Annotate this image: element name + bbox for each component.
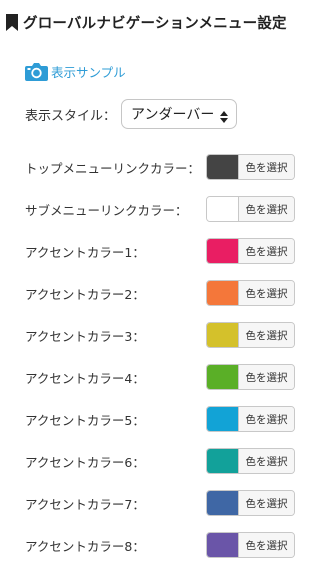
color-row-accent-1: アクセントカラー1： 色を選択 — [25, 238, 295, 264]
color-swatch — [207, 155, 239, 179]
color-label: アクセントカラー1： — [25, 244, 145, 260]
color-swatch — [207, 491, 239, 515]
color-picker-button[interactable]: 色を選択 — [206, 490, 295, 516]
display-style-row: 表示スタイル： アンダーバー — [25, 99, 238, 129]
color-label: アクセントカラー5： — [25, 412, 145, 428]
color-swatch — [207, 533, 239, 557]
color-swatch — [207, 281, 239, 305]
color-row-accent-5: アクセントカラー5： 色を選択 — [25, 406, 295, 432]
display-style-label: 表示スタイル： — [25, 108, 117, 124]
color-picker-button[interactable]: 色を選択 — [206, 238, 295, 264]
color-label: アクセントカラー2： — [25, 286, 145, 302]
pick-color-label: 色を選択 — [239, 323, 294, 347]
color-picker-button[interactable]: 色を選択 — [206, 532, 295, 558]
pick-color-label: 色を選択 — [239, 491, 294, 515]
color-picker-button[interactable]: 色を選択 — [206, 406, 295, 432]
color-row-accent-8: アクセントカラー8： 色を選択 — [25, 532, 295, 558]
pick-color-label: 色を選択 — [239, 239, 294, 263]
color-row-accent-7: アクセントカラー7： 色を選択 — [25, 490, 295, 516]
settings-panel: グローバルナビゲーションメニュー設定 表示サンプル 表示スタイル： アンダーバー — [0, 0, 320, 570]
color-row-accent-6: アクセントカラー6： 色を選択 — [25, 448, 295, 474]
color-row-sub-menu-link: サブメニューリンクカラー： 色を選択 — [25, 196, 295, 222]
page-title: グローバルナビゲーションメニュー設定 — [23, 15, 287, 32]
color-picker-button[interactable]: 色を選択 — [206, 196, 295, 222]
pick-color-label: 色を選択 — [239, 449, 294, 473]
select-arrows-icon — [220, 108, 229, 123]
color-row-accent-2: アクセントカラー2： 色を選択 — [25, 280, 295, 306]
color-picker-button[interactable]: 色を選択 — [206, 154, 295, 180]
color-label: アクセントカラー6： — [25, 454, 145, 470]
display-style-select[interactable]: アンダーバー — [121, 99, 238, 129]
color-picker-button[interactable]: 色を選択 — [206, 448, 295, 474]
color-label: トップメニューリンクカラー： — [25, 160, 201, 176]
color-label: アクセントカラー8： — [25, 538, 145, 554]
color-picker-button[interactable]: 色を選択 — [206, 364, 295, 390]
color-picker-button[interactable]: 色を選択 — [206, 280, 295, 306]
pick-color-label: 色を選択 — [239, 365, 294, 389]
color-swatch — [207, 407, 239, 431]
color-picker-button[interactable]: 色を選択 — [206, 322, 295, 348]
color-swatch — [207, 239, 239, 263]
pick-color-label: 色を選択 — [239, 155, 294, 179]
pick-color-label: 色を選択 — [239, 197, 294, 221]
color-row-top-menu-link: トップメニューリンクカラー： 色を選択 — [25, 154, 295, 180]
section-header: グローバルナビゲーションメニュー設定 — [6, 12, 287, 32]
color-label: アクセントカラー7： — [25, 496, 145, 512]
color-row-accent-4: アクセントカラー4： 色を選択 — [25, 364, 295, 390]
display-style-selected-value: アンダーバー — [131, 107, 215, 123]
color-label: アクセントカラー4： — [25, 370, 145, 386]
color-swatch — [207, 197, 239, 221]
color-swatch — [207, 365, 239, 389]
display-sample-link[interactable]: 表示サンプル — [25, 62, 126, 81]
bookmark-icon — [6, 13, 18, 31]
color-swatch — [207, 323, 239, 347]
pick-color-label: 色を選択 — [239, 407, 294, 431]
color-swatch — [207, 449, 239, 473]
color-label: サブメニューリンクカラー： — [25, 202, 188, 218]
pick-color-label: 色を選択 — [239, 281, 294, 305]
color-label: アクセントカラー3： — [25, 328, 145, 344]
pick-color-label: 色を選択 — [239, 533, 294, 557]
color-row-accent-3: アクセントカラー3： 色を選択 — [25, 322, 295, 348]
camera-icon — [25, 62, 48, 81]
display-sample-label: 表示サンプル — [51, 65, 126, 80]
